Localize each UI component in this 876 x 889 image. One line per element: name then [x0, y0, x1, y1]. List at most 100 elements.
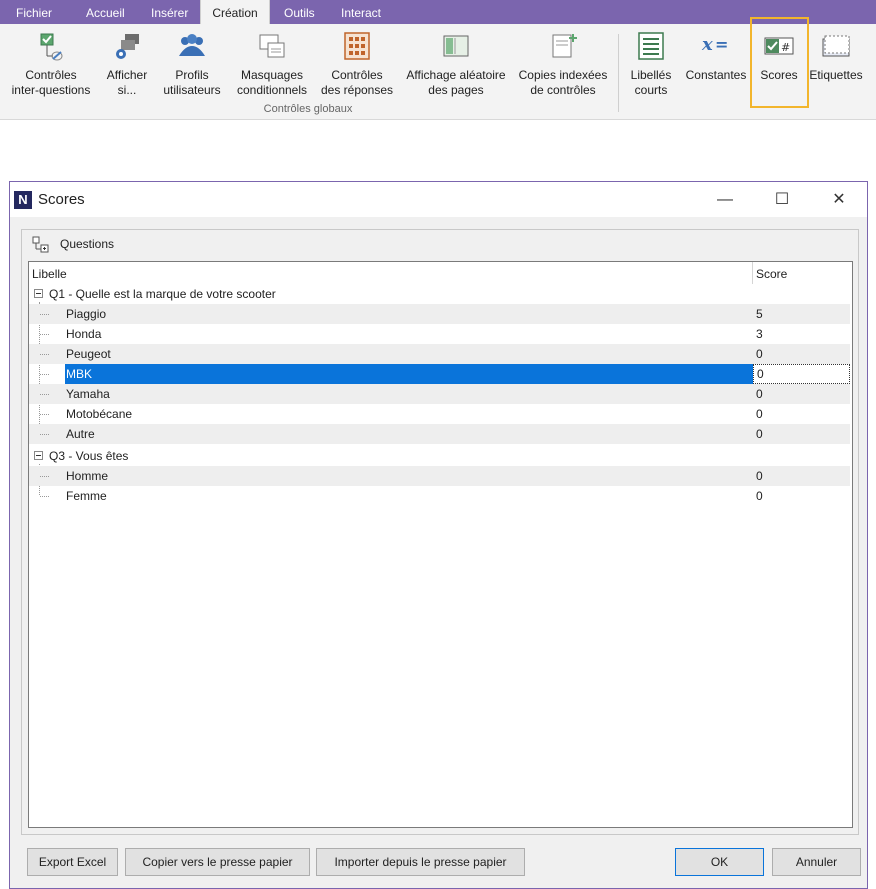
dialog-titlebar[interactable]: N Scores — ☐ ✕	[10, 182, 867, 217]
short-labels-button[interactable]: Libellés courts	[624, 30, 678, 98]
scores-highlight-box	[750, 17, 809, 108]
random-pages-label: Affichage aléatoire des pages	[406, 68, 506, 97]
user-profiles-icon	[176, 30, 208, 62]
score-cell[interactable]: 0	[753, 424, 850, 444]
ribbon-group-label: Contrôles globaux	[263, 103, 353, 115]
tags-label: Etiquettes	[809, 68, 863, 82]
indexed-copies-label: Copies indexées de contrôles	[518, 68, 608, 97]
minimize-button[interactable]: —	[702, 182, 748, 217]
answer-row[interactable]: Homme 0	[29, 466, 850, 486]
answer-label: Honda	[66, 327, 102, 341]
score-cell[interactable]: 0	[753, 466, 850, 486]
export-excel-button[interactable]: Export Excel	[27, 848, 118, 876]
tags-button[interactable]: Etiquettes	[808, 30, 864, 83]
answer-controls-label: Contrôles des réponses	[320, 68, 394, 97]
tab-creation[interactable]: Création	[200, 0, 270, 24]
indexed-copies-icon	[547, 30, 579, 62]
tree-connector	[40, 354, 49, 355]
constants-label: Constantes	[685, 68, 747, 82]
score-cell[interactable]: 0	[753, 384, 850, 404]
tree-connector	[40, 374, 49, 375]
indexed-copies-button[interactable]: Copies indexées de contrôles	[516, 30, 610, 98]
inter-question-controls-icon	[35, 30, 67, 62]
question-row-q3[interactable]: Q3 - Vous êtes	[29, 446, 850, 466]
dialog-title: Scores	[38, 191, 85, 208]
ribbon-separator	[618, 34, 619, 112]
column-separator[interactable]	[752, 262, 753, 284]
answer-label: Autre	[66, 427, 95, 441]
random-pages-button[interactable]: Affichage aléatoire des pages	[402, 30, 510, 98]
random-pages-icon	[440, 30, 472, 62]
answer-label: MBK	[65, 364, 753, 384]
answer-label: Yamaha	[66, 387, 110, 401]
user-profiles-button[interactable]: Profils utilisateurs	[160, 30, 224, 98]
tree-view-icon	[32, 236, 50, 253]
answer-controls-icon	[341, 30, 373, 62]
svg-text:x: x	[701, 34, 713, 55]
question-row-q1[interactable]: Q1 - Quelle est la marque de votre scoot…	[29, 284, 850, 304]
score-cell-editing[interactable]: 0	[753, 364, 850, 384]
app-icon: N	[14, 191, 32, 209]
answer-row-selected[interactable]: MBK 0	[29, 364, 850, 384]
collapse-icon[interactable]	[34, 451, 43, 460]
short-labels-label: Libellés courts	[630, 68, 672, 97]
answer-row[interactable]: Honda 3	[29, 324, 850, 344]
score-cell[interactable]: 5	[753, 304, 850, 324]
cancel-button[interactable]: Annuler	[772, 848, 861, 876]
answer-label: Motobécane	[66, 407, 133, 421]
score-cell[interactable]: 0	[753, 404, 850, 424]
answer-label: Femme	[66, 489, 107, 503]
tree-connector	[40, 434, 49, 435]
svg-text:=: =	[715, 35, 728, 54]
tree-connector	[40, 496, 49, 497]
scores-dialog: N Scores — ☐ ✕ Questions Libelle Score Q…	[9, 181, 868, 889]
display-if-icon	[111, 30, 143, 62]
answer-controls-button[interactable]: Contrôles des réponses	[320, 30, 394, 98]
maximize-button[interactable]: ☐	[759, 182, 805, 217]
user-profiles-label: Profils utilisateurs	[163, 68, 221, 97]
copy-to-clipboard-button[interactable]: Copier vers le presse papier	[125, 848, 310, 876]
answer-row[interactable]: Motobécane 0	[29, 404, 850, 424]
constants-button[interactable]: x = Constantes	[684, 30, 748, 83]
score-cell[interactable]: 0	[753, 344, 850, 364]
scores-grid[interactable]: Libelle Score Q1 - Quelle est la marque …	[28, 261, 853, 828]
answer-row[interactable]: Piaggio 5	[29, 304, 850, 324]
ok-button[interactable]: OK	[675, 848, 764, 876]
display-if-label: Afficher si...	[106, 68, 148, 97]
column-header-label[interactable]: Libelle	[32, 267, 67, 281]
tab-accueil[interactable]: Accueil	[86, 0, 125, 24]
questions-group: Questions Libelle Score Q1 - Quelle est …	[21, 229, 859, 835]
tags-icon	[820, 30, 852, 62]
tab-interact[interactable]: Interact	[341, 0, 381, 24]
collapse-icon[interactable]	[34, 289, 43, 298]
conditional-masking-label: Masquages conditionnels	[236, 68, 308, 97]
inter-question-controls-button[interactable]: Contrôles inter-questions	[8, 30, 94, 98]
conditional-masking-icon	[256, 30, 288, 62]
inter-question-controls-label: Contrôles inter-questions	[11, 68, 91, 97]
answer-row[interactable]: Autre 0	[29, 424, 850, 444]
tree-connector	[40, 314, 49, 315]
conditional-masking-button[interactable]: Masquages conditionnels	[233, 30, 311, 98]
tab-fichier[interactable]: Fichier	[16, 0, 52, 24]
tree-connector	[40, 334, 49, 335]
tab-outils[interactable]: Outils	[284, 0, 315, 24]
answer-row[interactable]: Yamaha 0	[29, 384, 850, 404]
display-if-button[interactable]: Afficher si...	[102, 30, 152, 98]
answer-label: Homme	[66, 469, 109, 483]
ribbon-tab-bar: Fichier Accueil Insérer Création Outils …	[0, 0, 876, 24]
import-from-clipboard-button[interactable]: Importer depuis le presse papier	[316, 848, 525, 876]
answer-row[interactable]: Femme 0	[29, 486, 850, 506]
constants-icon: x =	[700, 30, 732, 62]
tab-inserer[interactable]: Insérer	[151, 0, 188, 24]
tree-connector	[40, 476, 49, 477]
question-label: Q1 - Quelle est la marque de votre scoot…	[49, 287, 276, 301]
score-cell[interactable]: 0	[753, 486, 850, 506]
close-button[interactable]: ✕	[816, 182, 862, 217]
score-cell[interactable]: 3	[753, 324, 850, 344]
short-labels-icon	[635, 30, 667, 62]
answer-row[interactable]: Peugeot 0	[29, 344, 850, 364]
grid-header: Libelle Score	[29, 262, 852, 284]
column-header-score[interactable]: Score	[756, 267, 787, 281]
tree-connector	[40, 394, 49, 395]
question-label: Q3 - Vous êtes	[49, 449, 129, 463]
